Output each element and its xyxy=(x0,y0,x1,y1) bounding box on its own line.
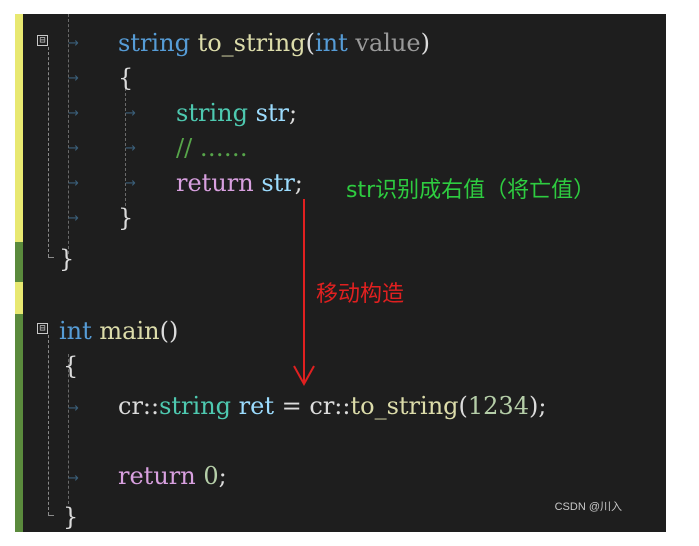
watermark: CSDN @川入 xyxy=(554,501,622,513)
annotation-arrow xyxy=(293,199,315,387)
code-editor[interactable]: ⊟ ⊟ → → → → → → → → → → → string to_stri… xyxy=(15,14,666,532)
